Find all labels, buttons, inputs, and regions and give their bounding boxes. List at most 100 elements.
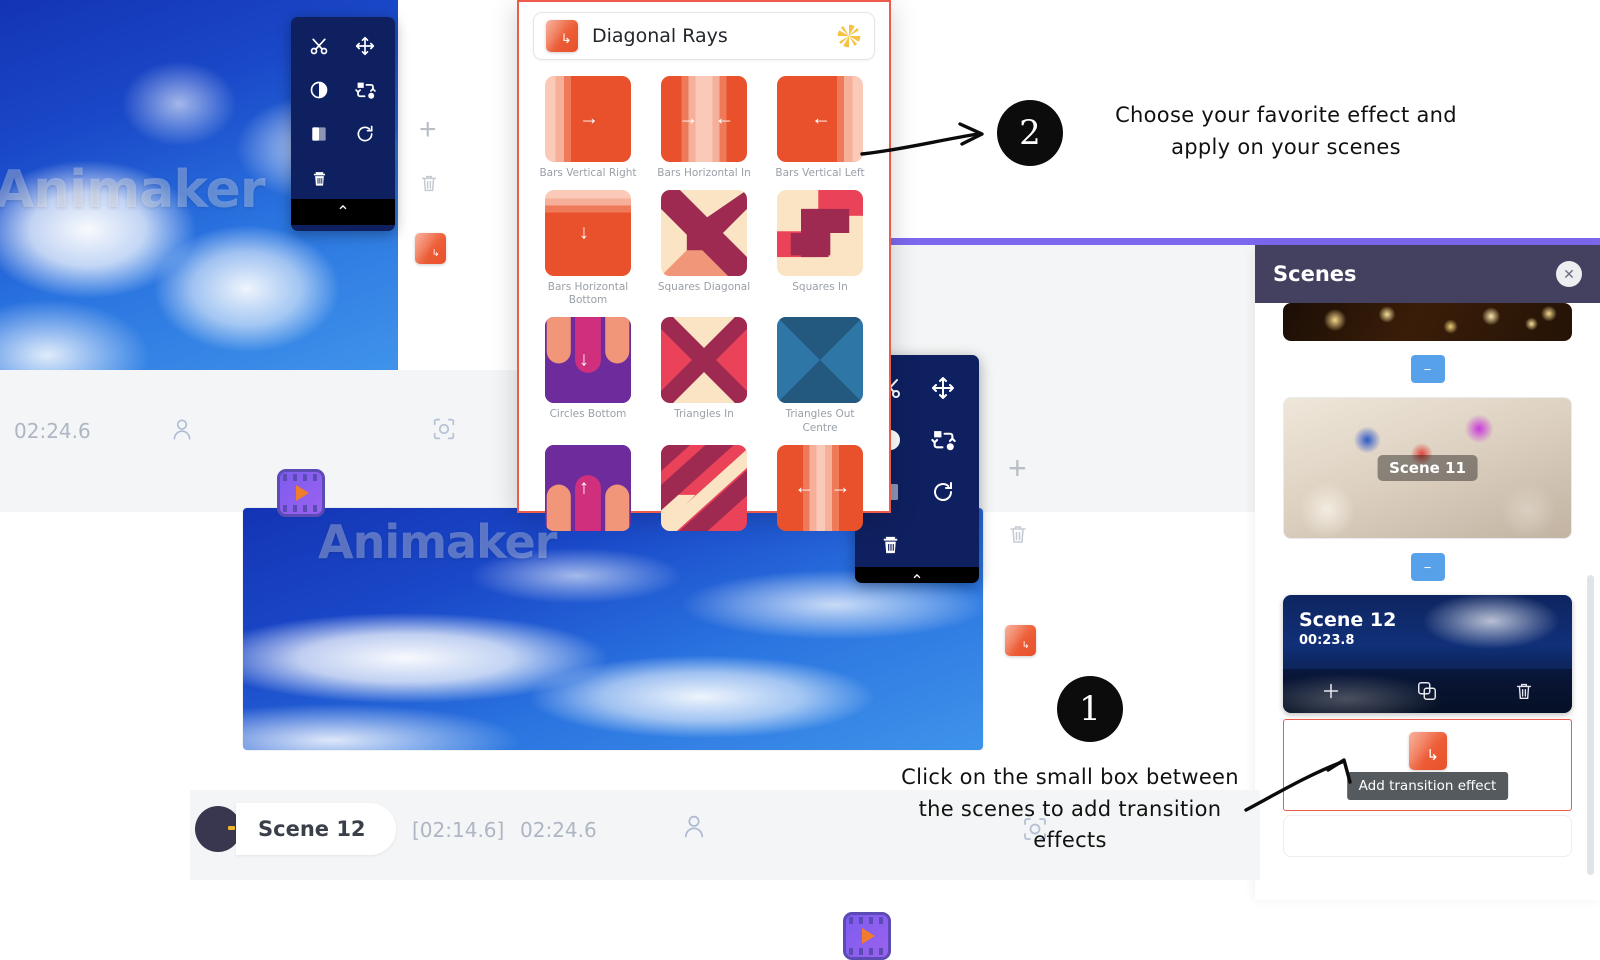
effect-shape [777,317,863,404]
contrast-icon[interactable] [301,75,337,105]
effect-cell-circles-top[interactable]: ↑ [537,444,639,536]
effect-cell-triangles-in[interactable]: Triangles In [653,317,755,434]
effects-grid[interactable]: → Bars Vertical Right → ← Bars Horizontal In… [537,76,871,536]
film-perforation-top [283,474,319,481]
chip-hook-icon: ↳ [560,30,572,46]
timeline-scene-pill[interactable]: Scene 12 [236,803,396,855]
delete-scene-icon[interactable] [1513,680,1535,702]
effect-label: Bars Horizontal Bottom [547,281,629,307]
transition-thumb-icon: ↳ [546,20,578,52]
film-perforation-top [849,917,885,924]
film-play-icon[interactable] [843,912,891,960]
effect-direction-arrow: ← [811,107,831,130]
annotation-text-2: Choose your favorite effect and apply on… [1115,103,1457,159]
scene-thumbnail-scene-12[interactable]: Scene 12 00:23.8 [1283,595,1572,713]
timeline-scene-name: Scene 12 [258,817,366,841]
focus-icon[interactable] [430,415,458,448]
effect-direction-arrow: ↑ [579,476,589,499]
delete-icon[interactable] [869,527,911,561]
annotation-text-1: Click on the small box between the scene… [901,765,1239,852]
replace-icon[interactable] [347,75,383,105]
effect-cell-diagonal-stripes[interactable] [653,444,755,536]
scene-card-peek[interactable] [1283,815,1572,857]
timeline-scene-avatar [195,806,241,852]
effect-cell-bars-v-right[interactable]: → Bars Vertical Right [537,76,639,180]
effect-cell-bars-v-out[interactable]: ← → [769,444,871,536]
close-icon[interactable]: ✕ [1556,261,1582,287]
replace-icon[interactable] [922,423,964,457]
effect-label: Triangles Out Centre [785,408,855,434]
effects-popup-header[interactable]: ↳ Diagonal Rays [533,12,875,60]
effect-label: Bars Vertical Right [539,167,637,179]
annotation-arrow-2 [860,122,984,156]
delete-element-button-main[interactable] [1006,522,1030,551]
scenes-panel-title: Scenes [1273,262,1357,286]
effect-direction-arrow: ← [794,476,815,499]
film-play-icon[interactable] [277,469,325,517]
rotate-icon[interactable] [347,119,383,149]
transition-chip-top[interactable]: ↳ [415,233,446,264]
scene-thumbnail-scene-11[interactable]: Scene 11 [1283,397,1572,539]
effect-direction-arrow: → [830,476,851,499]
effect-cell-squares-diagonal[interactable]: Squares Diagonal [653,190,755,307]
effect-cell-bars-v-left[interactable]: ← Bars Vertical Left [769,76,871,180]
toolbar-collapse-button[interactable]: ⌃ [291,199,395,225]
chip-hook-icon: ↳ [1426,746,1439,764]
add-transition-effect-button[interactable]: ↳ [1408,732,1447,770]
effect-thumbnail[interactable]: ↓ [545,190,631,277]
effect-thumbnail[interactable] [661,190,747,277]
move-icon[interactable] [922,371,964,405]
play-triangle-icon [296,485,309,501]
effect-thumbnail[interactable] [777,190,863,277]
toolbar-collapse-button[interactable]: ⌃ [855,567,979,583]
effect-cell-squares-in[interactable]: Squares In [769,190,871,307]
effect-label: Triangles In [674,408,734,421]
delete-icon[interactable] [301,163,337,193]
film-perforation-bottom [283,505,319,512]
move-icon[interactable] [347,31,383,61]
character-icon[interactable] [680,812,708,845]
timeline-time-range: [02:14.6] [412,818,505,842]
effect-cell-circles-bottom[interactable]: ↓ Circles Bottom [537,317,639,434]
delete-element-button-top[interactable] [418,172,440,199]
pinwheel-icon[interactable] [836,23,862,49]
scenes-scrollbar[interactable] [1587,575,1594,875]
effect-thumbnail[interactable]: ↓ [545,317,631,404]
effect-thumbnail[interactable] [661,317,747,404]
effect-thumbnail[interactable]: → [545,76,631,162]
effect-shape [661,317,747,404]
add-transition-between-scenes-button[interactable]: − [1410,553,1445,581]
scene-thumbnail-bokeh[interactable] [1283,303,1572,341]
effect-cell-triangles-out[interactable]: Triangles Out Centre [769,317,871,434]
effect-direction-arrow: ← [714,107,735,130]
scene-12-action-bar[interactable] [1283,669,1572,713]
add-scene-icon[interactable] [1320,680,1342,702]
effect-thumbnail[interactable]: ← → [777,444,863,531]
effect-thumbnail[interactable]: ← [777,76,863,162]
effect-thumbnail[interactable] [777,317,863,404]
transition-effects-popup[interactable]: ↳ Diagonal Rays → Bars Vertical Right → ← Ba… [517,0,891,531]
transition-chip-main[interactable]: ↳ [1005,625,1036,656]
annotation-badge-1: 1 [1057,676,1123,742]
add-element-button-top[interactable]: + [419,113,437,147]
effect-thumbnail[interactable]: → ← [661,76,747,162]
rotate-icon[interactable] [922,475,964,509]
duplicate-scene-icon[interactable] [1416,680,1438,702]
film-perforation-bottom [849,948,885,955]
purple-accent-bar [888,238,1600,245]
add-transition-between-scenes-button[interactable]: − [1410,355,1445,383]
effect-thumbnail[interactable]: ↑ [545,444,631,531]
crop-icon[interactable] [301,119,337,149]
effect-cell-bars-h-in[interactable]: → ← Bars Horizontal In [653,76,755,180]
character-icon[interactable] [169,416,195,447]
scene-12-duration: 00:23.8 [1299,633,1355,648]
effect-cell-bars-h-bottom[interactable]: ↓ Bars Horizontal Bottom [537,190,639,307]
timeline-avatar-dot [228,826,235,830]
cut-icon[interactable] [301,31,337,61]
play-triangle-icon [862,928,875,944]
effect-label: Bars Horizontal In [657,167,751,179]
timeline-current-time: 02:24.6 [520,818,597,842]
add-element-button-main[interactable]: + [1008,450,1027,487]
canvas-toolbar-top[interactable]: ⌃ [291,17,395,231]
effect-thumbnail[interactable] [661,444,747,531]
